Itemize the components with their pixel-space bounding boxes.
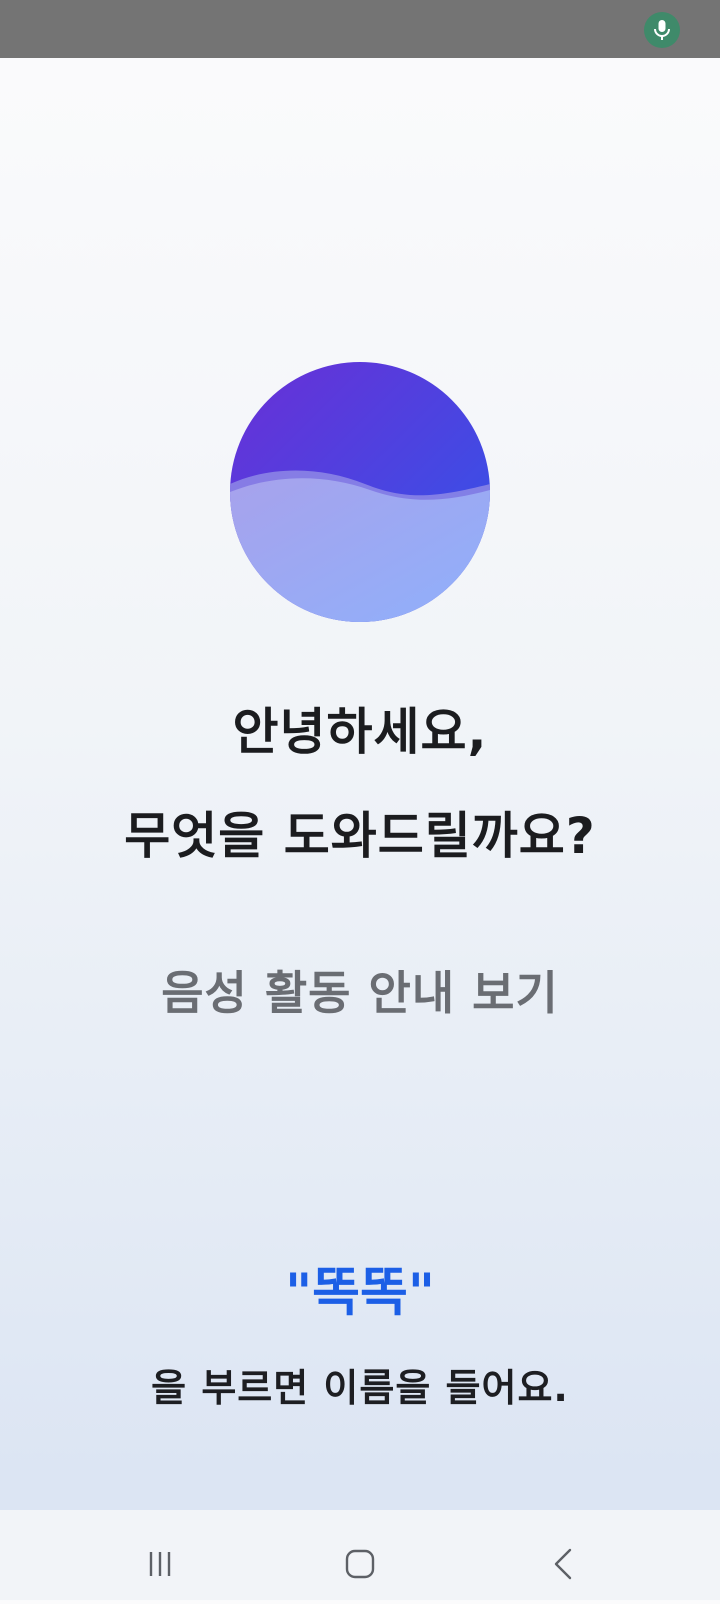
home-button[interactable] <box>320 1524 400 1604</box>
wake-word: "똑똑" <box>285 1263 435 1323</box>
back-button[interactable] <box>524 1524 604 1604</box>
greeting-line-2: 무엇을 도와드릴까요? <box>124 807 596 865</box>
status-bar <box>0 0 720 58</box>
greeting-text: 안녕하세요, 무엇을 도와드릴까요? <box>0 680 720 888</box>
wake-word-hint: 을 부르면 이름을 들어요. <box>151 1366 569 1410</box>
navigation-bar <box>0 1510 720 1600</box>
recents-icon <box>149 1552 171 1576</box>
back-icon <box>554 1548 572 1580</box>
assistant-orb-icon <box>230 362 490 622</box>
voice-activity-guide-link[interactable]: 음성 활동 안내 보기 <box>0 958 720 1028</box>
recents-button[interactable] <box>120 1524 200 1604</box>
home-icon <box>345 1549 375 1579</box>
greeting-line-1: 안녕하세요, <box>232 703 488 761</box>
microphone-icon <box>644 12 680 48</box>
